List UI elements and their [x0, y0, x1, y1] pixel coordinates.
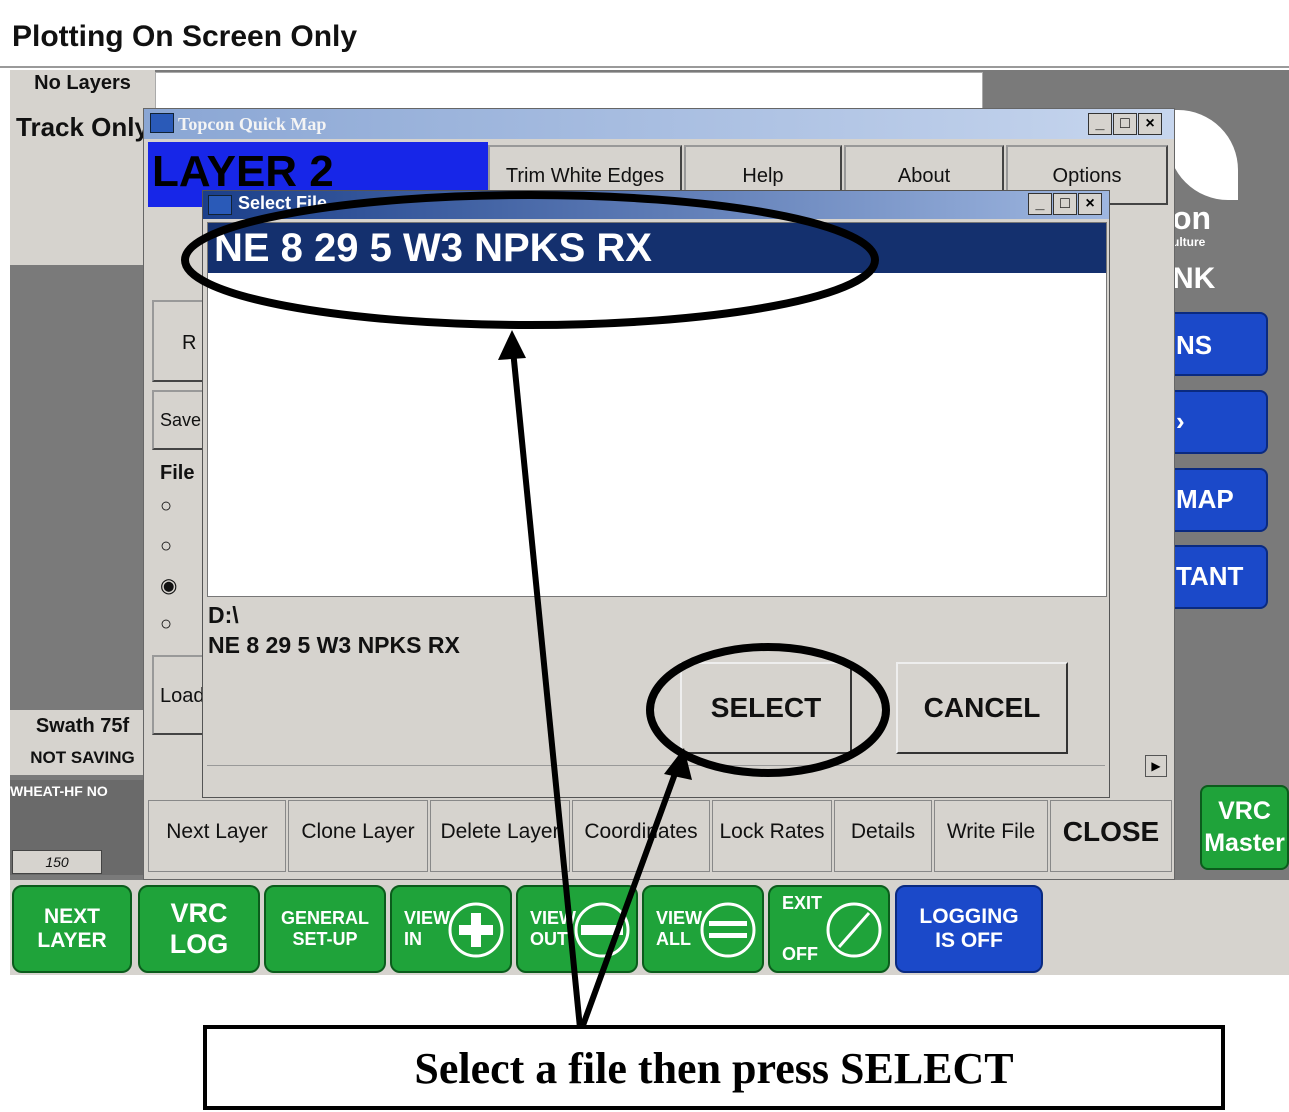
cancel-button[interactable]: CANCEL: [896, 662, 1068, 754]
exit-line2: OFF: [782, 944, 818, 964]
radio-option-selected[interactable]: ◉: [160, 573, 177, 598]
file-list[interactable]: [207, 222, 1107, 597]
zoom-in-icon: [448, 902, 504, 958]
coordinates-tab[interactable]: Coordinates: [572, 800, 710, 872]
vrc-log-line2: LOG: [169, 929, 229, 959]
view-all-line2: ALL: [656, 929, 691, 949]
radio-option[interactable]: ○: [160, 495, 172, 518]
logo-subtext: ulture: [1172, 235, 1206, 249]
general-setup-line2: SET-UP: [292, 929, 358, 949]
vrc-log-line1: VRC: [170, 898, 228, 928]
product-name: WHEAT-HF: [10, 783, 83, 799]
dialog-statusbar: [207, 765, 1105, 791]
zoom-out-icon: [574, 902, 630, 958]
sidebar-button-r[interactable]: R: [152, 300, 207, 382]
quick-map-title: Topcon Quick Map: [178, 114, 327, 134]
write-file-tab[interactable]: Write File: [934, 800, 1048, 872]
track-only-label: Track Only: [16, 112, 149, 142]
view-all-button[interactable]: VIEW ALL: [642, 885, 764, 973]
product-name-2: NO: [86, 783, 108, 799]
no-layers-label: No Layers: [34, 72, 131, 94]
rate-value: 150: [12, 850, 102, 874]
vrc-master-line1: VRC: [1218, 797, 1271, 825]
swath-label: Swath 75f: [35, 715, 130, 737]
save-button[interactable]: Save: [152, 390, 207, 450]
instruction-text: Select a file then press SELECT: [414, 1044, 1014, 1093]
vrc-master-line2: Master: [1204, 829, 1285, 857]
view-in-button[interactable]: VIEW IN: [390, 885, 512, 973]
close-tab[interactable]: CLOSE: [1050, 800, 1172, 872]
select-file-title: Select File: [238, 193, 328, 213]
view-in-line1: VIEW: [404, 908, 451, 928]
lock-rates-tab[interactable]: Lock Rates: [712, 800, 832, 872]
clone-layer-tab[interactable]: Clone Layer: [288, 800, 428, 872]
view-out-button[interactable]: VIEW OUT: [516, 885, 638, 973]
logging-line2: IS OFF: [935, 929, 1003, 952]
dialog-maximize-icon[interactable]: □: [1053, 193, 1077, 215]
left-map-area: [10, 265, 155, 710]
view-in-line2: IN: [404, 929, 422, 949]
close-icon[interactable]: ×: [1138, 113, 1162, 135]
logo-text-bottom: NK: [1172, 262, 1216, 295]
next-layer-tab[interactable]: Next Layer: [148, 800, 286, 872]
product-label: WHEAT-HF NO: [10, 783, 108, 799]
radio-option[interactable]: ○: [160, 613, 172, 636]
minimize-icon[interactable]: _: [1088, 113, 1112, 135]
next-layer-line2: LAYER: [37, 929, 107, 952]
view-out-line2: OUT: [530, 929, 568, 949]
maximize-icon[interactable]: □: [1113, 113, 1137, 135]
file-list-item-selected[interactable]: NE 8 29 5 W3 NPKS RX: [208, 223, 1106, 273]
delete-layer-tab[interactable]: Delete Layer: [430, 800, 570, 872]
load-button[interactable]: Load: [152, 655, 207, 735]
view-all-line1: VIEW: [656, 908, 703, 928]
next-layer-button[interactable]: NEXT LAYER: [12, 885, 132, 973]
not-saving-label: NOT SAVING: [30, 748, 135, 767]
path-file: NE 8 29 5 W3 NPKS RX: [208, 632, 460, 658]
logo-text: on: [1172, 200, 1212, 236]
dialog-minimize-icon[interactable]: _: [1028, 193, 1052, 215]
path-drive: D:\: [208, 602, 239, 628]
exit-line1: EXIT: [782, 893, 823, 913]
select-button[interactable]: SELECT: [680, 662, 852, 754]
app-icon: [150, 113, 174, 133]
selected-path: D:\ NE 8 29 5 W3 NPKS RX: [208, 600, 460, 660]
status-bar: [155, 72, 983, 112]
scroll-right-icon[interactable]: ▶: [1145, 755, 1167, 777]
logging-line1: LOGGING: [919, 905, 1019, 928]
zoom-all-icon: [700, 902, 756, 958]
view-out-line1: VIEW: [530, 908, 577, 928]
details-tab[interactable]: Details: [834, 800, 932, 872]
vrc-master-button[interactable]: VRC Master: [1200, 785, 1289, 870]
power-off-icon: [826, 902, 882, 958]
vrc-log-button[interactable]: VRC LOG: [138, 885, 260, 973]
dialog-close-icon[interactable]: ×: [1078, 193, 1102, 215]
file-group-label: File: [160, 462, 195, 484]
exit-off-button[interactable]: EXIT OFF: [768, 885, 890, 973]
logging-status-button[interactable]: LOGGING IS OFF: [895, 885, 1043, 973]
radio-option[interactable]: ○: [160, 535, 172, 558]
general-setup-button[interactable]: GENERAL SET-UP: [264, 885, 386, 973]
app-title: Plotting On Screen Only: [12, 20, 358, 53]
dialog-app-icon: [208, 195, 232, 215]
next-layer-line1: NEXT: [43, 905, 100, 928]
general-setup-line1: GENERAL: [280, 908, 369, 928]
select-file-titlebar[interactable]: [203, 191, 1109, 219]
